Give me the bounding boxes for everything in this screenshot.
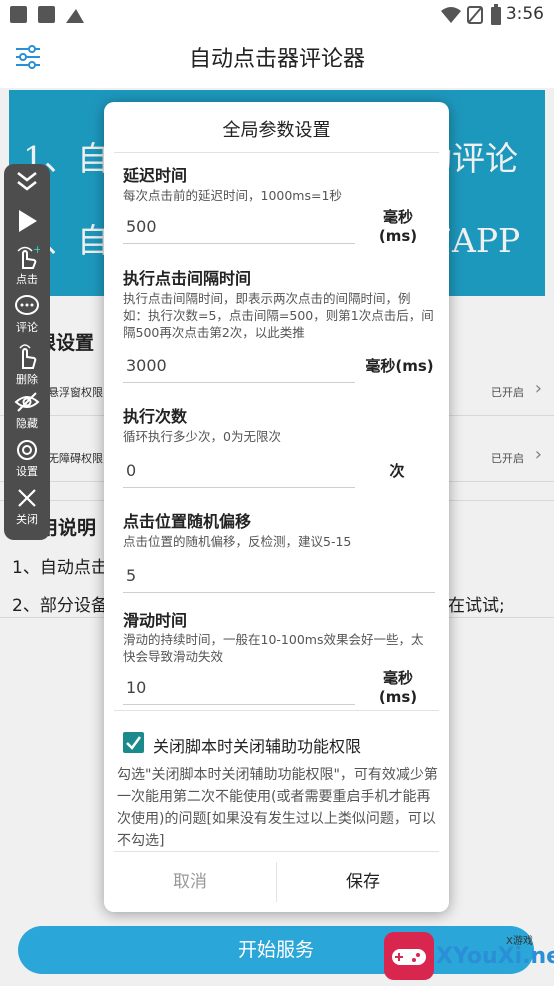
interval-unit: 毫秒(ms) [365,357,434,375]
comment-button[interactable]: 评论 [4,294,50,335]
unit-text: 毫秒 [382,208,413,226]
tap-label: 点击 [16,273,38,286]
wifi-icon [441,7,461,23]
delete-button[interactable]: 删除 [4,342,50,387]
repeat-count-input[interactable]: 0 [123,454,355,488]
help-line: 1、自动点击 [12,558,108,578]
help-line: 2、部分设备 [12,596,108,616]
interval-desc: 执行点击间隔时间，即表示两次点击的间隔时间，例如：执行次数=5，点击间隔=500… [123,291,434,340]
cancel-button[interactable]: 取消 [104,858,276,906]
battery-icon [491,4,501,25]
watermark-logo [384,932,434,980]
checkbox-label[interactable]: 关闭脚本时关闭辅助功能权限 [153,733,361,757]
close-label: 关闭 [16,513,38,526]
play-button[interactable] [4,208,50,234]
help-line: 在试试; [448,596,505,616]
interval-input[interactable]: 3000 [123,349,355,383]
delay-unit: 毫秒 (ms) [376,208,420,246]
permission-label: 悬浮窗权限 [48,386,103,399]
hide-label: 隐藏 [16,417,38,430]
notification-icon [38,6,55,23]
swipe-time-desc: 滑动的持续时间，一般在10-100ms效果会好一些，太快会导致滑动失效 [123,632,424,664]
global-settings-dialog: 全局参数设置 延迟时间 每次点击前的延迟时间，1000ms=1秒 500 毫秒(… [104,102,449,912]
close-accessibility-checkbox[interactable] [123,732,144,753]
delay-desc: 每次点击前的延迟时间，1000ms=1秒 [123,188,342,203]
delay-label: 延迟时间 [123,166,188,185]
no-sim-icon [467,6,483,24]
repeat-count-desc: 循环执行多少次，0为无限次 [123,429,281,444]
delete-label: 删除 [16,373,38,386]
divider [114,851,439,852]
settings-button[interactable]: 设置 [4,438,50,479]
divider [114,152,439,153]
tap-button[interactable]: + 点击 [4,244,50,287]
delay-input[interactable]: 500 [123,210,355,244]
status-bar: 3:56 [0,0,554,30]
settings-label: 设置 [16,465,38,478]
page-title: 自动点击器评论器 [188,47,365,72]
swipe-time-input[interactable]: 10 [123,671,355,705]
android-debug-icon [66,9,84,23]
dialog-title: 全局参数设置 [222,120,331,141]
unit-text: (ms) [378,688,418,706]
comment-label: 评论 [16,321,38,334]
settings-icon [17,440,37,460]
chevron-right-icon: › [534,444,542,465]
unit-text: (ms) [378,227,418,245]
permission-status: 已开启 [491,386,524,399]
clock: 3:56 [505,4,544,24]
comment-icon [15,295,39,315]
interval-label: 执行点击间隔时间 [123,269,252,288]
swipe-time-label: 滑动时间 [123,611,188,630]
checkbox-desc: 勾选"关闭脚本时关闭辅助功能权限"，可有效减少第一次能用第二次不能使用(或者需要… [117,767,438,849]
checkmark-icon [126,736,142,750]
close-button[interactable]: 关闭 [4,486,50,527]
notification-icon [10,6,27,23]
save-button[interactable]: 保存 [277,858,449,906]
floating-toolbar: + 点击 评论 删除 隐藏 设置 关闭 [4,164,50,540]
hide-button[interactable]: 隐藏 [4,390,50,431]
repeat-count-label: 执行次数 [123,407,188,426]
eye-hide-icon [14,392,40,412]
collapse-icon [17,172,37,191]
permission-label: 无障碍权限 [48,452,103,465]
collapse-button[interactable] [4,170,50,192]
tap-add-icon: + [17,244,40,269]
chevron-right-icon: › [534,378,542,399]
hand-delete-icon [19,344,37,369]
play-icon [19,210,37,232]
offset-desc: 点击位置的随机偏移，反检测，建议5-15 [123,534,352,549]
swipe-time-unit: 毫秒 (ms) [376,669,420,707]
offset-label: 点击位置随机偏移 [123,512,252,531]
offset-input[interactable]: 5 [123,559,435,593]
close-icon [18,489,36,507]
repeat-count-unit: 次 [389,462,405,480]
watermark-text: XYouXi.net [436,944,554,969]
permission-status: 已开启 [491,452,524,465]
divider [114,710,439,711]
unit-text: 毫秒 [382,669,413,687]
app-bar: 自动点击器评论器 [0,30,554,88]
svg-text:+: + [33,244,40,256]
gamepad-icon [392,949,426,965]
